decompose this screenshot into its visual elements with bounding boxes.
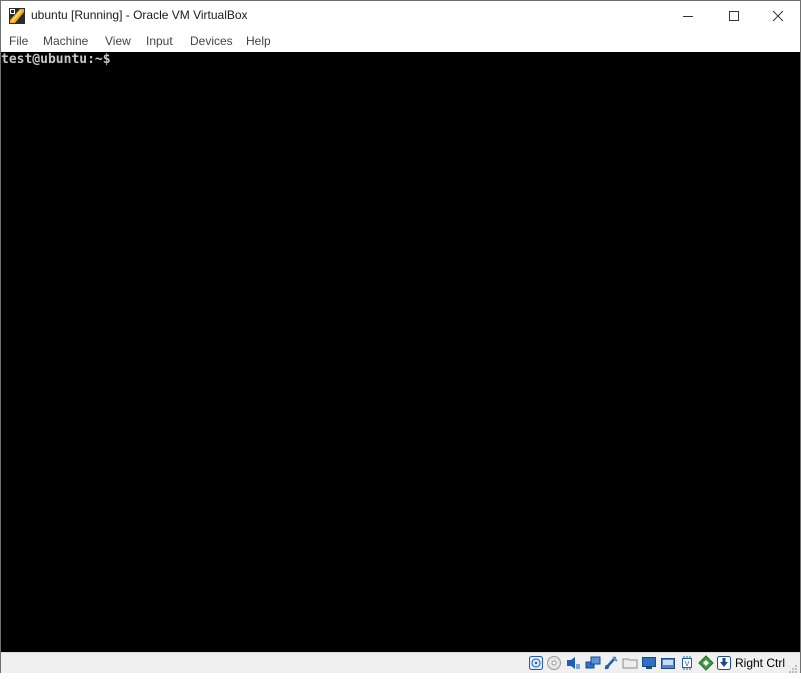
- optical-drive-icon[interactable]: [546, 655, 562, 671]
- shared-folders-icon[interactable]: [622, 655, 638, 671]
- minimize-button[interactable]: [665, 1, 711, 31]
- menu-input[interactable]: Input: [146, 34, 173, 48]
- close-button[interactable]: [755, 1, 801, 31]
- title-bar[interactable]: ubuntu [Running] - Oracle VM VirtualBox: [1, 1, 800, 31]
- display-icon[interactable]: [641, 655, 657, 671]
- virtualbox-window: ubuntu [Running] - Oracle VM VirtualBox …: [0, 0, 801, 673]
- usb-icon[interactable]: [603, 655, 619, 671]
- menu-machine[interactable]: Machine: [43, 34, 88, 48]
- status-bar: V Right Ctrl: [1, 652, 800, 673]
- menu-view[interactable]: View: [105, 34, 131, 48]
- mouse-integration-icon[interactable]: [698, 655, 714, 671]
- keyboard-capture-icon[interactable]: [716, 655, 732, 671]
- menu-bar: File Machine View Input Devices Help: [1, 31, 800, 52]
- maximize-icon: [729, 11, 739, 21]
- svg-text:V: V: [685, 660, 690, 668]
- network-icon[interactable]: [585, 655, 601, 671]
- window-title: ubuntu [Running] - Oracle VM VirtualBox: [31, 8, 248, 22]
- host-key-label: Right Ctrl: [735, 656, 786, 670]
- minimize-icon: [683, 16, 693, 17]
- resize-grip-icon[interactable]: [788, 661, 798, 673]
- cpu-icon[interactable]: V: [679, 655, 695, 671]
- close-icon: [772, 10, 784, 22]
- menu-devices[interactable]: Devices: [190, 34, 233, 48]
- maximize-button[interactable]: [711, 1, 757, 31]
- guest-console[interactable]: test@ubuntu:~$: [1, 52, 800, 652]
- audio-icon[interactable]: [565, 655, 581, 671]
- virtualbox-app-icon[interactable]: [9, 8, 25, 24]
- menu-help[interactable]: Help: [246, 34, 271, 48]
- shell-prompt: test@ubuntu:~$: [1, 52, 111, 67]
- hard-disk-icon[interactable]: [528, 655, 544, 671]
- recording-icon[interactable]: [660, 655, 676, 671]
- menu-file[interactable]: File: [9, 34, 28, 48]
